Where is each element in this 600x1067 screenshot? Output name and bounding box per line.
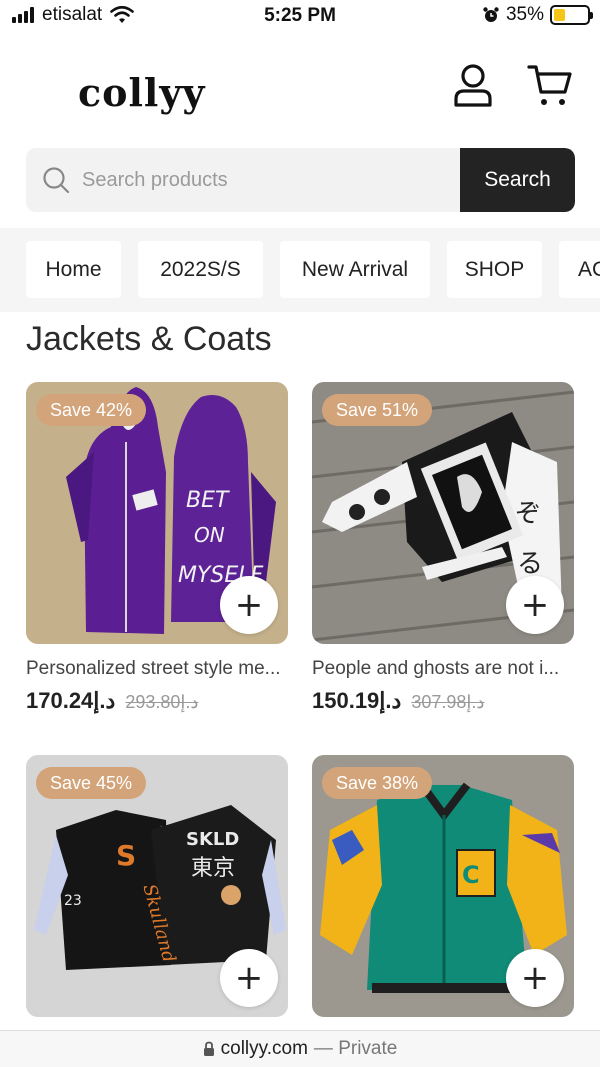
svg-text:S: S [116, 839, 136, 872]
search-input[interactable] [82, 148, 458, 212]
user-icon [454, 64, 492, 107]
product-title[interactable]: People and ghosts are not i... [312, 658, 574, 680]
nav-item-2022ss[interactable]: 2022S/S [138, 241, 263, 298]
product-image[interactable]: C Save 38% + [312, 755, 574, 1017]
account-button[interactable] [450, 62, 496, 108]
site-header: collyy [0, 32, 600, 144]
status-bar: etisalat 5:25 PM 35% [0, 0, 600, 32]
svg-text:る: る [517, 549, 543, 579]
url-domain: collyy.com [220, 1038, 308, 1059]
private-mode-label: — Private [313, 1038, 398, 1059]
cart-icon [527, 65, 572, 105]
site-logo[interactable]: collyy [78, 70, 206, 115]
add-to-cart-button[interactable]: + [506, 576, 564, 634]
price-current: 170.24د.إ [26, 688, 116, 713]
product-price: 170.24د.إ 293.80د.إ [26, 688, 198, 714]
product-title[interactable]: Personalized street style me... [26, 658, 288, 680]
product-image[interactable]: S 23 SKLD 東京 Skulland Save 45% + [26, 755, 288, 1017]
battery-icon [550, 5, 593, 25]
discount-badge: Save 38% [322, 767, 433, 799]
search-icon [43, 167, 70, 194]
svg-text:23: 23 [64, 893, 82, 909]
lock-icon [203, 1041, 214, 1056]
wifi-icon [110, 6, 135, 23]
add-to-cart-button[interactable]: + [506, 949, 564, 1007]
svg-text:BET: BET [186, 488, 230, 513]
nav-item-home[interactable]: Home [26, 241, 121, 298]
add-to-cart-button[interactable]: + [220, 576, 278, 634]
search-bar: Search [26, 148, 575, 212]
svg-text:東京: 東京 [191, 856, 235, 881]
alarm-icon [483, 7, 499, 22]
status-left: etisalat [12, 4, 135, 26]
search-button[interactable]: Search [460, 148, 575, 212]
product-price: 150.19د.إ 307.98د.إ [312, 688, 484, 714]
svg-text:C: C [462, 861, 480, 889]
svg-text:ON: ON [194, 523, 225, 547]
add-to-cart-button[interactable]: + [220, 949, 278, 1007]
price-original: 307.98د.إ [411, 692, 485, 712]
discount-badge: Save 51% [322, 394, 433, 426]
section-title: Jackets & Coats [26, 320, 272, 358]
price-original: 293.80د.إ [125, 692, 199, 712]
svg-text:SKLD: SKLD [186, 829, 239, 850]
carrier-name: etisalat [42, 4, 103, 25]
category-nav: Home 2022S/S New Arrival SHOP AC [0, 228, 600, 312]
product-image[interactable]: BET ON MYSELF Save 42% + [26, 382, 288, 644]
nav-item-ac[interactable]: AC [559, 241, 600, 298]
product-image[interactable]: ぞ る Save 51% + [312, 382, 574, 644]
cart-button[interactable] [526, 62, 574, 108]
signal-icon [12, 7, 34, 23]
battery-percent: 35% [505, 4, 544, 25]
status-right: 35% [482, 4, 593, 26]
discount-badge: Save 42% [36, 394, 147, 426]
nav-item-new-arrival[interactable]: New Arrival [280, 241, 430, 298]
svg-text:ぞ: ぞ [515, 499, 541, 529]
price-current: 150.19د.إ [312, 688, 402, 713]
nav-item-shop[interactable]: SHOP [447, 241, 542, 298]
discount-badge: Save 45% [36, 767, 147, 799]
browser-url-bar[interactable]: collyy.com — Private [0, 1030, 600, 1067]
